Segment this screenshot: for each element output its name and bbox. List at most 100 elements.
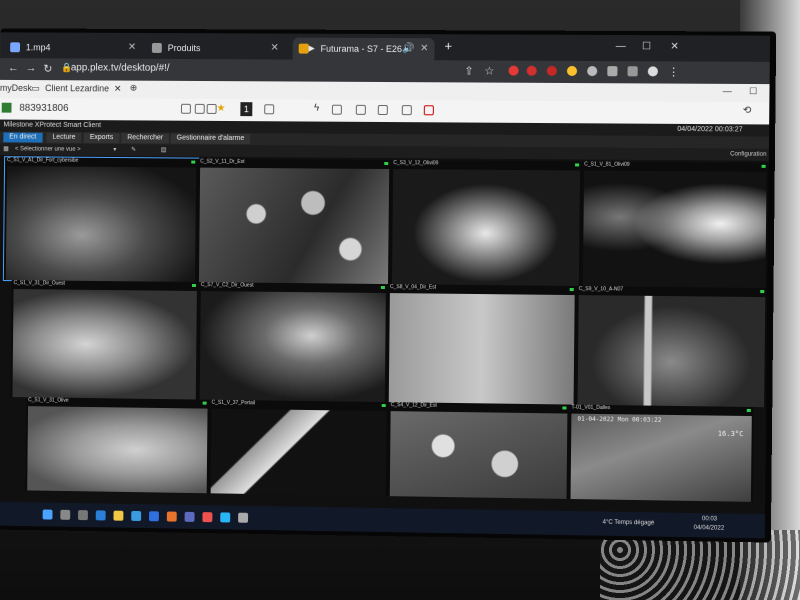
edge-icon[interactable]	[95, 510, 106, 521]
camera-tile[interactable]: C_S1_V_31_Dir_Ouest	[10, 280, 199, 400]
configuration-button[interactable]: Configuration	[730, 148, 766, 160]
tab-alarm-manager[interactable]: Gestionnaire d'alarme	[170, 133, 251, 145]
store-icon[interactable]	[131, 510, 142, 522]
chevron-down-icon[interactable]: ▾	[113, 144, 116, 156]
status-badge	[384, 162, 389, 166]
puzzle-icon[interactable]	[587, 66, 598, 77]
milestone-icon[interactable]	[220, 512, 231, 523]
browser-tab-1[interactable]: 1.mp4 ✕	[4, 36, 142, 58]
camera-tile[interactable]: C_S1_V_37_Portail	[208, 399, 389, 497]
maximize-icon[interactable]: ☐	[749, 86, 757, 97]
grid-icon[interactable]: ▤	[161, 144, 167, 156]
close-icon[interactable]: ✕	[420, 38, 429, 60]
weather-text[interactable]: 4°C Temps dégagé	[603, 520, 655, 527]
search-icon[interactable]	[60, 509, 71, 520]
extension-icon[interactable]	[566, 65, 578, 77]
reload-icon[interactable]: ↻	[43, 62, 52, 75]
menu-icon[interactable]: ⋮	[668, 65, 679, 78]
anydesk-icon[interactable]	[202, 512, 213, 523]
chat-icon[interactable]	[355, 104, 366, 115]
tab-exports[interactable]: Exports	[83, 132, 120, 144]
camera-tile[interactable]: C_S9_V_10_A-N07	[575, 286, 768, 408]
speaker-icon[interactable]: 🔊	[402, 38, 415, 60]
camera-tile[interactable]: C_S8_V_04_Dir_Est	[386, 284, 577, 405]
avatar[interactable]	[647, 66, 658, 77]
history-icon[interactable]: ⟲	[743, 105, 752, 116]
screenshot-icon[interactable]	[401, 105, 412, 116]
browser-tab-3[interactable]: ▶ Futurama - S7 - E26 🔊 ✕	[292, 37, 435, 61]
minimize-icon[interactable]: —	[723, 86, 732, 96]
firefox-icon[interactable]	[166, 511, 177, 522]
close-icon[interactable]: ✕	[128, 37, 137, 59]
camera-label: C_S1_V_31_Olive	[28, 397, 69, 404]
back-icon[interactable]: ←	[8, 62, 19, 74]
reading-list-icon[interactable]	[607, 66, 618, 77]
camera-tile[interactable]: C_S4_V_12_Dir_Est	[387, 402, 570, 499]
camera-feed	[388, 293, 575, 405]
keyboard-icon[interactable]	[331, 104, 342, 115]
new-tab-button[interactable]: +	[444, 38, 452, 53]
mail-icon[interactable]	[148, 511, 159, 522]
remote-id: 883931806	[19, 102, 69, 115]
camera-tile[interactable]: C_S1_V_A1_Dir_Fort_cybersibe	[2, 156, 200, 284]
clock-date[interactable]: 04/04/2022	[694, 525, 725, 532]
close-icon[interactable]: ✕	[270, 37, 279, 59]
file-transfer-icon[interactable]	[264, 104, 275, 115]
extension-icon[interactable]	[546, 65, 557, 76]
tab-playback[interactable]: Lecture	[46, 132, 82, 143]
forward-icon[interactable]: →	[26, 62, 37, 74]
camera-tile[interactable]: C_S7_V_C2_Dir_Ouest	[197, 282, 388, 403]
camera-tile[interactable]: C_S1_V_81_Olivi09	[580, 161, 769, 289]
camera-tile[interactable]: T-01_V01_Dalles 01-04-2022 Mon 00:03:22 …	[568, 404, 754, 502]
view-selector[interactable]: < Sélectionner une vue >	[15, 143, 81, 155]
minimize-icon[interactable]: —	[616, 41, 626, 52]
sidebar-icon[interactable]	[627, 66, 638, 77]
file-explorer-icon[interactable]	[113, 510, 124, 521]
monitor-icon[interactable]	[180, 103, 191, 114]
overlay-timestamp: 01-04-2022 Mon 00:03:22	[577, 415, 662, 424]
url-field[interactable]: app.plex.tv/desktop/#!/	[71, 62, 170, 73]
camera-feed	[27, 406, 208, 494]
camera-feed	[582, 170, 767, 289]
camera-feed	[391, 169, 581, 287]
close-window-icon[interactable]: ✕	[670, 41, 679, 52]
camera-label: C_S7_V_C2_Dir_Ouest	[200, 282, 254, 289]
browser-tab-2[interactable]: Produits ✕	[146, 37, 285, 60]
close-icon[interactable]: ✕	[114, 84, 122, 95]
tab-live[interactable]: En direct	[3, 132, 43, 143]
camera-tile[interactable]: C_S1_V_31_Olive	[25, 397, 210, 494]
user-icon[interactable]	[194, 103, 205, 114]
share-icon[interactable]: ⇪	[464, 64, 473, 77]
camera-feed	[389, 411, 568, 499]
camera-feed	[577, 295, 766, 408]
camera-label: C_S1_V_81_Olivi09	[584, 161, 630, 168]
views-icon[interactable]: ▦	[3, 143, 9, 155]
add-session-icon[interactable]: ⊕	[130, 83, 138, 94]
star-icon[interactable]: ☆	[484, 65, 494, 78]
document-icon	[10, 42, 21, 53]
adblock-icon[interactable]	[526, 65, 537, 76]
session-tab[interactable]: Client Lezardine	[45, 83, 109, 93]
star-icon[interactable]: ★	[217, 103, 226, 114]
status-badge	[191, 283, 196, 288]
extension-icon[interactable]	[508, 65, 519, 76]
datetime: 04/04/2022 00:03:27	[677, 125, 743, 134]
display-number[interactable]: 1	[240, 102, 253, 117]
clock-time[interactable]: 00:03	[702, 516, 717, 522]
settings-icon[interactable]	[238, 512, 249, 523]
setup-icon[interactable]: ✎	[131, 144, 136, 156]
tab-search[interactable]: Rechercher	[121, 133, 170, 144]
clipboard-icon[interactable]	[206, 103, 217, 114]
maximize-icon[interactable]: ☐	[642, 41, 651, 52]
camera-tile[interactable]: C_S3_V_12_Olivi09	[389, 160, 583, 287]
task-view-icon[interactable]	[77, 510, 88, 521]
windows-start-icon[interactable]	[42, 509, 53, 520]
monitor-bezel: 1.mp4 ✕ Produits ✕ ▶ Futurama - S7 - E26…	[0, 28, 777, 543]
camera-feed	[199, 291, 386, 403]
camera-feed	[12, 289, 197, 400]
shield-icon[interactable]	[377, 104, 388, 116]
record-icon[interactable]	[423, 105, 434, 116]
app-icon[interactable]	[184, 511, 195, 522]
camera-tile[interactable]: C_S2_V_11_Dr_Est	[196, 158, 392, 285]
lightning-icon[interactable]: ϟ	[314, 103, 319, 114]
